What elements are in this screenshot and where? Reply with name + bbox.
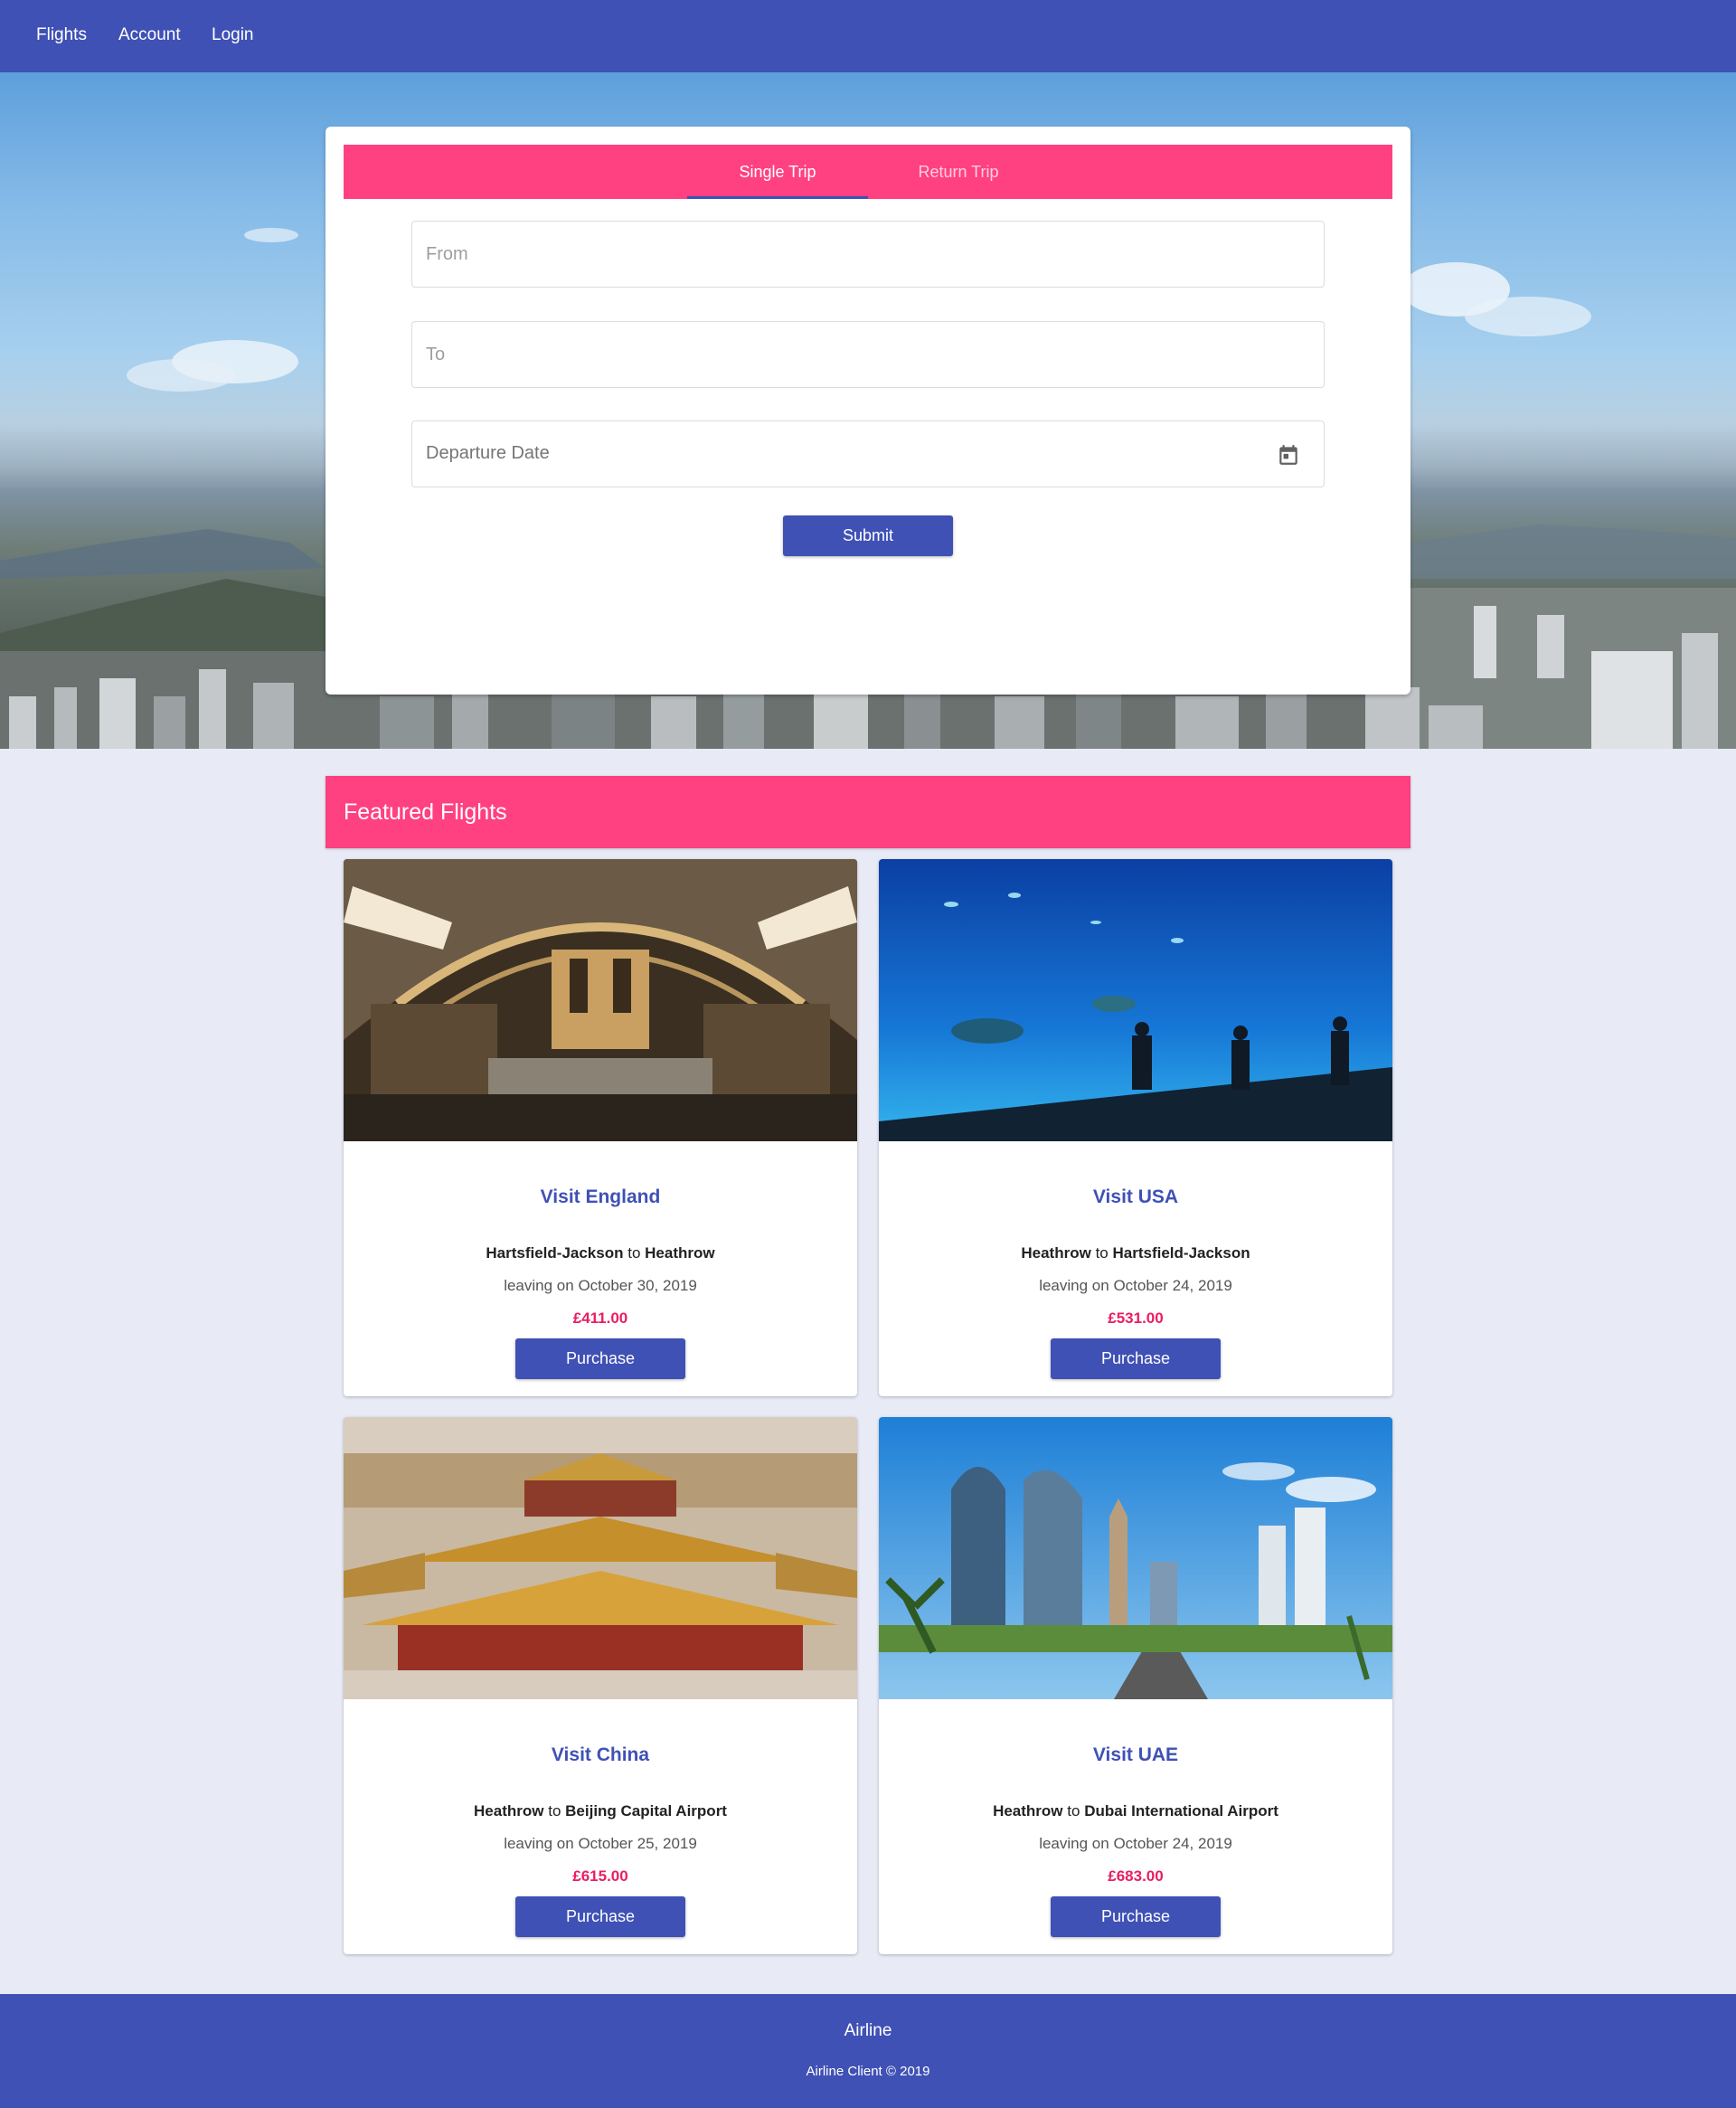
card-route: Heathrow to Beijing Capital Airport bbox=[344, 1802, 857, 1820]
card-route-connector: to bbox=[548, 1802, 561, 1820]
from-field bbox=[411, 221, 1325, 288]
calendar-icon[interactable] bbox=[1277, 443, 1300, 467]
card-route-connector: to bbox=[1095, 1244, 1109, 1262]
card-departure: leaving on October 25, 2019 bbox=[344, 1835, 857, 1853]
purchase-button[interactable]: Purchase bbox=[515, 1338, 685, 1379]
card-leaving-prefix: leaving on bbox=[1039, 1835, 1109, 1852]
flight-card-england: Visit England Hartsfield-Jackson to Heat… bbox=[344, 859, 857, 1396]
trip-type-tabbar: Single Trip Return Trip bbox=[344, 145, 1392, 199]
card-destination: Heathrow bbox=[645, 1244, 715, 1262]
forbidden-city-image bbox=[344, 1417, 857, 1699]
card-route-connector: to bbox=[1067, 1802, 1080, 1820]
card-leaving-prefix: leaving on bbox=[504, 1277, 574, 1294]
departure-date-field[interactable]: Departure Date bbox=[411, 421, 1325, 487]
tab-return-trip-label: Return Trip bbox=[918, 163, 999, 181]
tab-single-trip[interactable]: Single Trip bbox=[687, 145, 868, 199]
card-route: Heathrow to Dubai International Airport bbox=[879, 1802, 1392, 1820]
flight-search-card: Single Trip Return Trip Departure Date S… bbox=[326, 127, 1410, 695]
dubai-skyline-image bbox=[879, 1417, 1392, 1699]
card-date: October 24, 2019 bbox=[1113, 1835, 1232, 1852]
card-price: £411.00 bbox=[572, 1309, 628, 1327]
card-origin: Heathrow bbox=[993, 1802, 1063, 1820]
card-title: Visit USA bbox=[1092, 1186, 1179, 1207]
card-destination: Beijing Capital Airport bbox=[565, 1802, 727, 1820]
tab-return-trip[interactable]: Return Trip bbox=[868, 145, 1049, 199]
featured-flights-header: Featured Flights bbox=[326, 776, 1410, 848]
aquarium-image bbox=[879, 859, 1392, 1141]
card-leaving-prefix: leaving on bbox=[1039, 1277, 1109, 1294]
card-departure: leaving on October 30, 2019 bbox=[344, 1277, 857, 1295]
flight-card-china: Visit China Heathrow to Beijing Capital … bbox=[344, 1417, 857, 1954]
card-origin: Hartsfield-Jackson bbox=[486, 1244, 624, 1262]
tab-single-trip-label: Single Trip bbox=[739, 163, 816, 181]
departure-date-label: Departure Date bbox=[426, 443, 550, 463]
card-origin: Heathrow bbox=[474, 1802, 544, 1820]
card-destination: Hartsfield-Jackson bbox=[1112, 1244, 1250, 1262]
featured-flights-title: Featured Flights bbox=[344, 799, 507, 825]
card-price: £683.00 bbox=[1108, 1867, 1164, 1885]
flight-card-usa: Visit USA Heathrow to Hartsfield-Jackson… bbox=[879, 859, 1392, 1396]
active-tab-indicator bbox=[687, 196, 868, 199]
card-title: Visit England bbox=[540, 1186, 661, 1207]
top-navbar: Flights Account Login bbox=[0, 0, 1736, 72]
museum-hall-image bbox=[344, 859, 857, 1141]
to-input[interactable] bbox=[412, 322, 1324, 387]
card-route-connector: to bbox=[627, 1244, 641, 1262]
card-price: £531.00 bbox=[1108, 1309, 1164, 1327]
footer-brand: Airline bbox=[844, 2021, 892, 2040]
purchase-button[interactable]: Purchase bbox=[1051, 1338, 1221, 1379]
submit-button[interactable]: Submit bbox=[783, 515, 953, 556]
card-route: Heathrow to Hartsfield-Jackson bbox=[879, 1244, 1392, 1262]
card-departure: leaving on October 24, 2019 bbox=[879, 1835, 1392, 1853]
purchase-button[interactable]: Purchase bbox=[1051, 1896, 1221, 1937]
card-leaving-prefix: leaving on bbox=[504, 1835, 574, 1852]
nav-login-link[interactable]: Login bbox=[212, 25, 254, 45]
to-field bbox=[411, 321, 1325, 388]
page-footer: Airline Airline Client © 2019 bbox=[0, 1994, 1736, 2108]
card-origin: Heathrow bbox=[1021, 1244, 1091, 1262]
flight-card-uae: Visit UAE Heathrow to Dubai Internationa… bbox=[879, 1417, 1392, 1954]
card-date: October 24, 2019 bbox=[1113, 1277, 1232, 1294]
footer-copyright: Airline Client © 2019 bbox=[806, 2064, 930, 2079]
card-route: Hartsfield-Jackson to Heathrow bbox=[344, 1244, 857, 1262]
card-date: October 25, 2019 bbox=[578, 1835, 697, 1852]
card-date: October 30, 2019 bbox=[578, 1277, 697, 1294]
card-price: £615.00 bbox=[572, 1867, 628, 1885]
card-title: Visit China bbox=[551, 1744, 650, 1765]
card-departure: leaving on October 24, 2019 bbox=[879, 1277, 1392, 1295]
card-title: Visit UAE bbox=[1092, 1744, 1179, 1765]
card-destination: Dubai International Airport bbox=[1084, 1802, 1278, 1820]
nav-account-link[interactable]: Account bbox=[118, 25, 181, 45]
nav-flights-link[interactable]: Flights bbox=[36, 25, 87, 45]
purchase-button[interactable]: Purchase bbox=[515, 1896, 685, 1937]
from-input[interactable] bbox=[412, 222, 1324, 287]
